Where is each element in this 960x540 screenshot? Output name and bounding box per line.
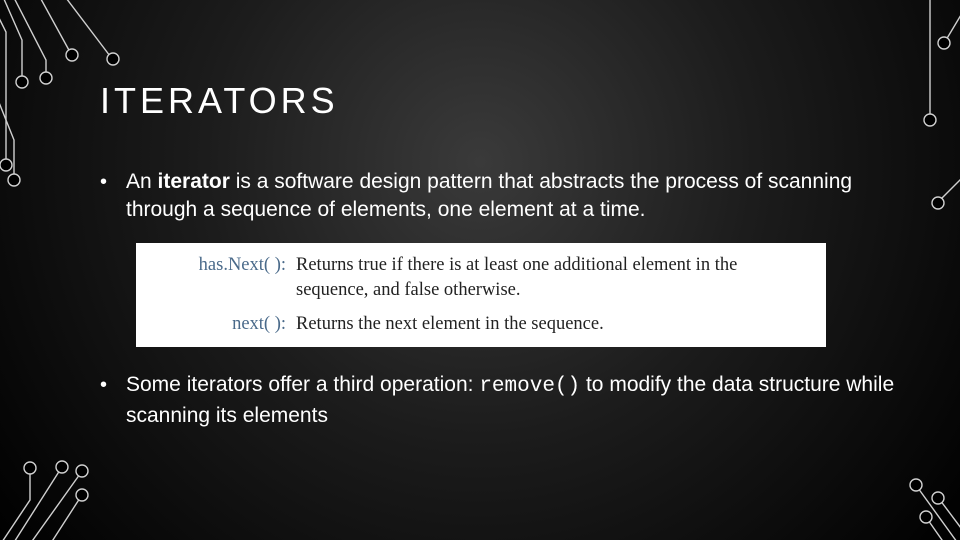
slide: ITERATORS An iterator is a software desi… [0, 0, 960, 540]
bullet-list: An iterator is a software design pattern… [100, 168, 900, 430]
def-hasnext-name: has.Next( ): [178, 253, 292, 304]
def-row-next: next( ): Returns the next element in the… [178, 312, 808, 338]
bullet-1-prefix: An [126, 170, 158, 193]
bullet-2-code: remove() [479, 375, 580, 398]
bullet-2: Some iterators offer a third operation: … [100, 371, 900, 430]
def-row-hasnext: has.Next( ): Returns true if there is at… [178, 253, 808, 304]
slide-title: ITERATORS [100, 80, 900, 122]
bullet-1-keyword: iterator [158, 170, 230, 193]
bullet-2-prefix: Some iterators offer a third operation: [126, 373, 479, 396]
def-hasnext-desc: Returns true if there is at least one ad… [292, 253, 808, 304]
def-next-desc: Returns the next element in the sequence… [292, 312, 808, 338]
slide-content: ITERATORS An iterator is a software desi… [100, 80, 900, 448]
bullet-1-rest: is a software design pattern that abstra… [126, 170, 852, 221]
definitions-box: has.Next( ): Returns true if there is at… [136, 243, 826, 348]
def-next-name: next( ): [178, 312, 292, 338]
bullet-1: An iterator is a software design pattern… [100, 168, 900, 347]
